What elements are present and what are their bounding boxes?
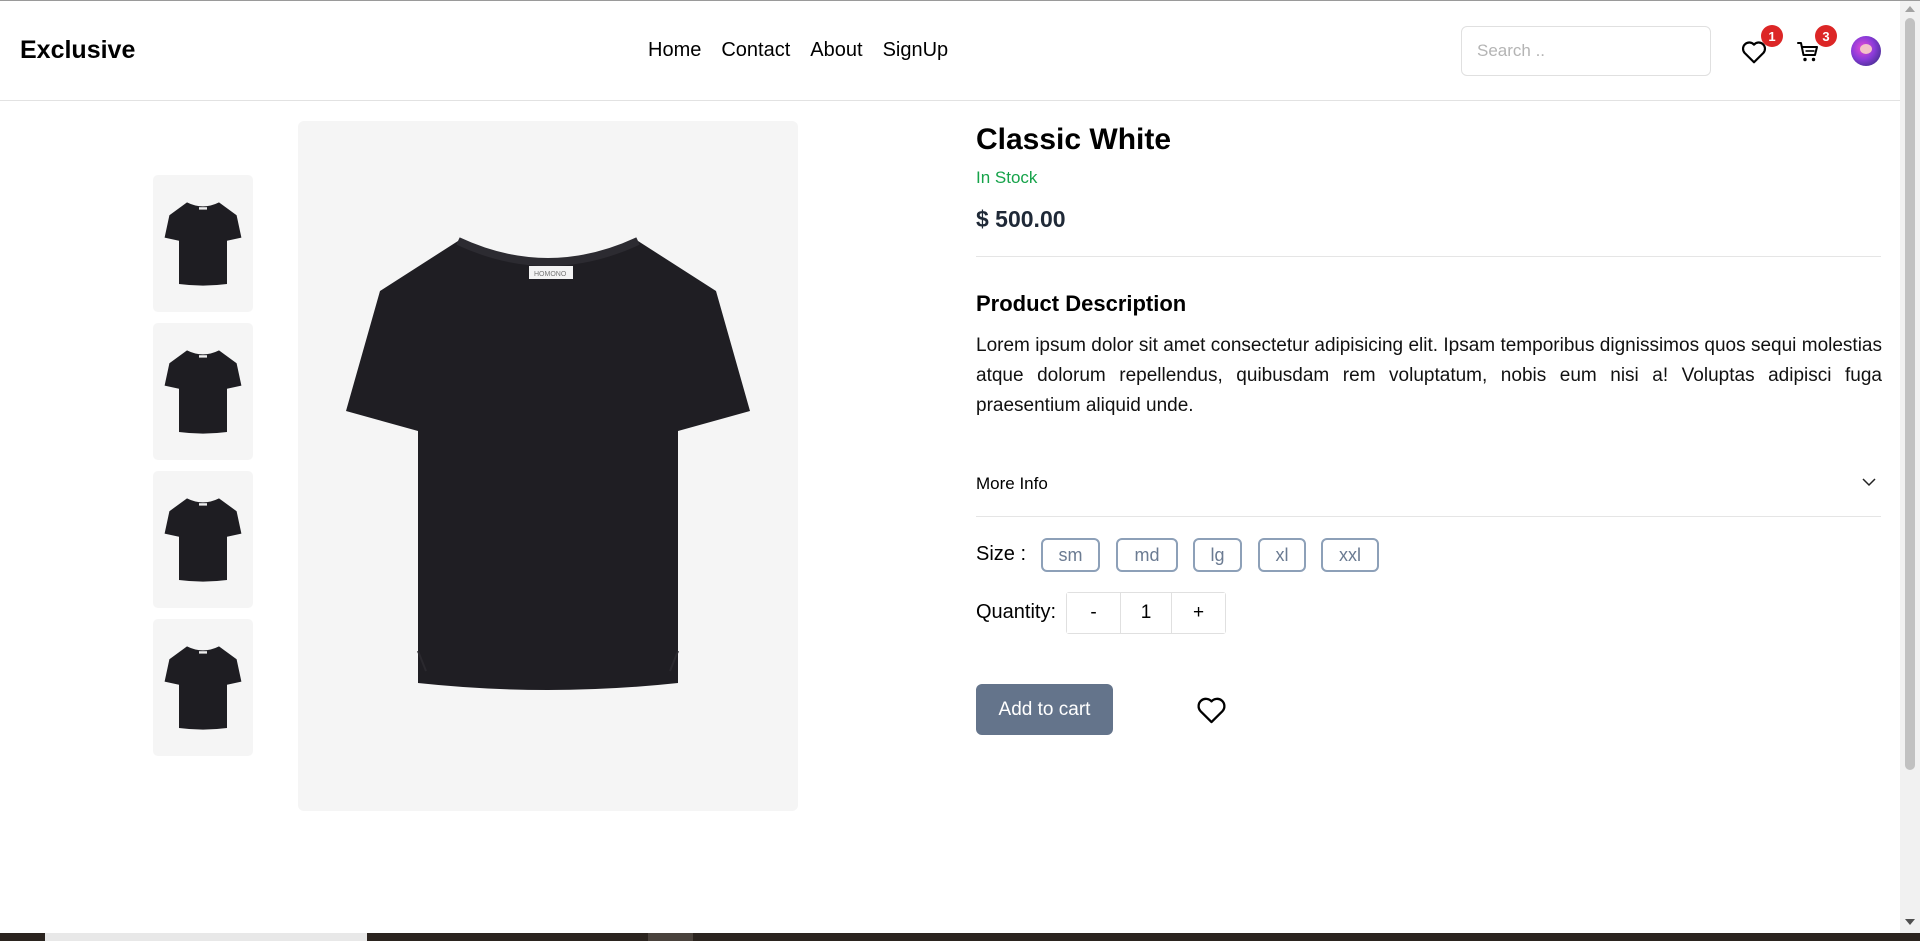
tshirt-label-tag: HOMONO: [534, 271, 567, 278]
nav-home[interactable]: Home: [648, 39, 701, 62]
stock-status: In Stock: [976, 168, 1038, 187]
divider: [976, 256, 1881, 257]
product-thumbnail-3[interactable]: [153, 471, 253, 608]
scroll-down-arrow-icon[interactable]: [1905, 919, 1915, 925]
search-input[interactable]: [1461, 26, 1711, 76]
add-to-cart-button[interactable]: Add to cart: [976, 684, 1113, 735]
size-option-sm[interactable]: sm: [1041, 538, 1100, 572]
nav-signup[interactable]: SignUp: [883, 39, 949, 62]
quantity-increase-button[interactable]: +: [1172, 593, 1225, 633]
product-title: Classic White: [976, 123, 1172, 156]
wishlist-button[interactable]: 1: [1739, 25, 1783, 67]
size-option-lg[interactable]: lg: [1193, 538, 1242, 572]
tshirt-image: HOMONO: [346, 237, 750, 690]
size-option-xl[interactable]: xl: [1258, 538, 1306, 572]
more-info-accordion[interactable]: More Info: [976, 467, 1881, 517]
page-scrollbar[interactable]: [1900, 1, 1920, 933]
quantity-value: 1: [1120, 593, 1172, 633]
scroll-up-arrow-icon[interactable]: [1905, 6, 1915, 12]
size-option-xxl[interactable]: xxl: [1321, 538, 1379, 572]
product-thumbnail-4[interactable]: [153, 619, 253, 756]
quantity-label: Quantity:: [976, 601, 1057, 623]
cart-button[interactable]: 3: [1793, 25, 1837, 67]
nav-about[interactable]: About: [810, 39, 862, 62]
size-label: Size :: [976, 543, 1027, 565]
product-price: $ 500.00: [976, 206, 1066, 232]
product-main-image: HOMONO: [298, 121, 798, 811]
tshirt-thumbnail-image: [164, 349, 242, 434]
product-description: Lorem ipsum dolor sit amet consectetur a…: [976, 335, 1882, 416]
heart-icon: [1197, 697, 1225, 724]
main-nav: Home Contact About SignUp: [648, 39, 948, 62]
nav-contact[interactable]: Contact: [721, 39, 790, 62]
product-thumbnail-1[interactable]: [153, 175, 253, 312]
taskbar-item[interactable]: [45, 933, 367, 941]
size-option-md[interactable]: md: [1116, 538, 1178, 572]
chevron-down-icon: [1862, 478, 1876, 487]
description-heading: Product Description: [976, 291, 1187, 316]
add-to-wishlist-button[interactable]: [1194, 693, 1228, 727]
taskbar-item[interactable]: [648, 933, 693, 941]
tshirt-thumbnail-image: [164, 645, 242, 730]
user-avatar[interactable]: [1851, 36, 1881, 66]
site-logo[interactable]: Exclusive: [20, 36, 135, 65]
cart-count-badge: 3: [1815, 25, 1837, 47]
tshirt-thumbnail-image: [164, 201, 242, 286]
cart-icon: [1797, 42, 1818, 62]
site-header: Exclusive Home Contact About SignUp 1 3: [0, 1, 1900, 101]
more-info-label: More Info: [976, 474, 1048, 493]
product-thumbnail-2[interactable]: [153, 323, 253, 460]
quantity-decrease-button[interactable]: -: [1067, 593, 1120, 633]
tshirt-thumbnail-image: [164, 497, 242, 582]
scrollbar-thumb[interactable]: [1905, 18, 1915, 770]
wishlist-count-badge: 1: [1761, 25, 1783, 47]
os-taskbar: [0, 933, 1920, 941]
quantity-stepper: - 1 +: [1066, 592, 1226, 634]
